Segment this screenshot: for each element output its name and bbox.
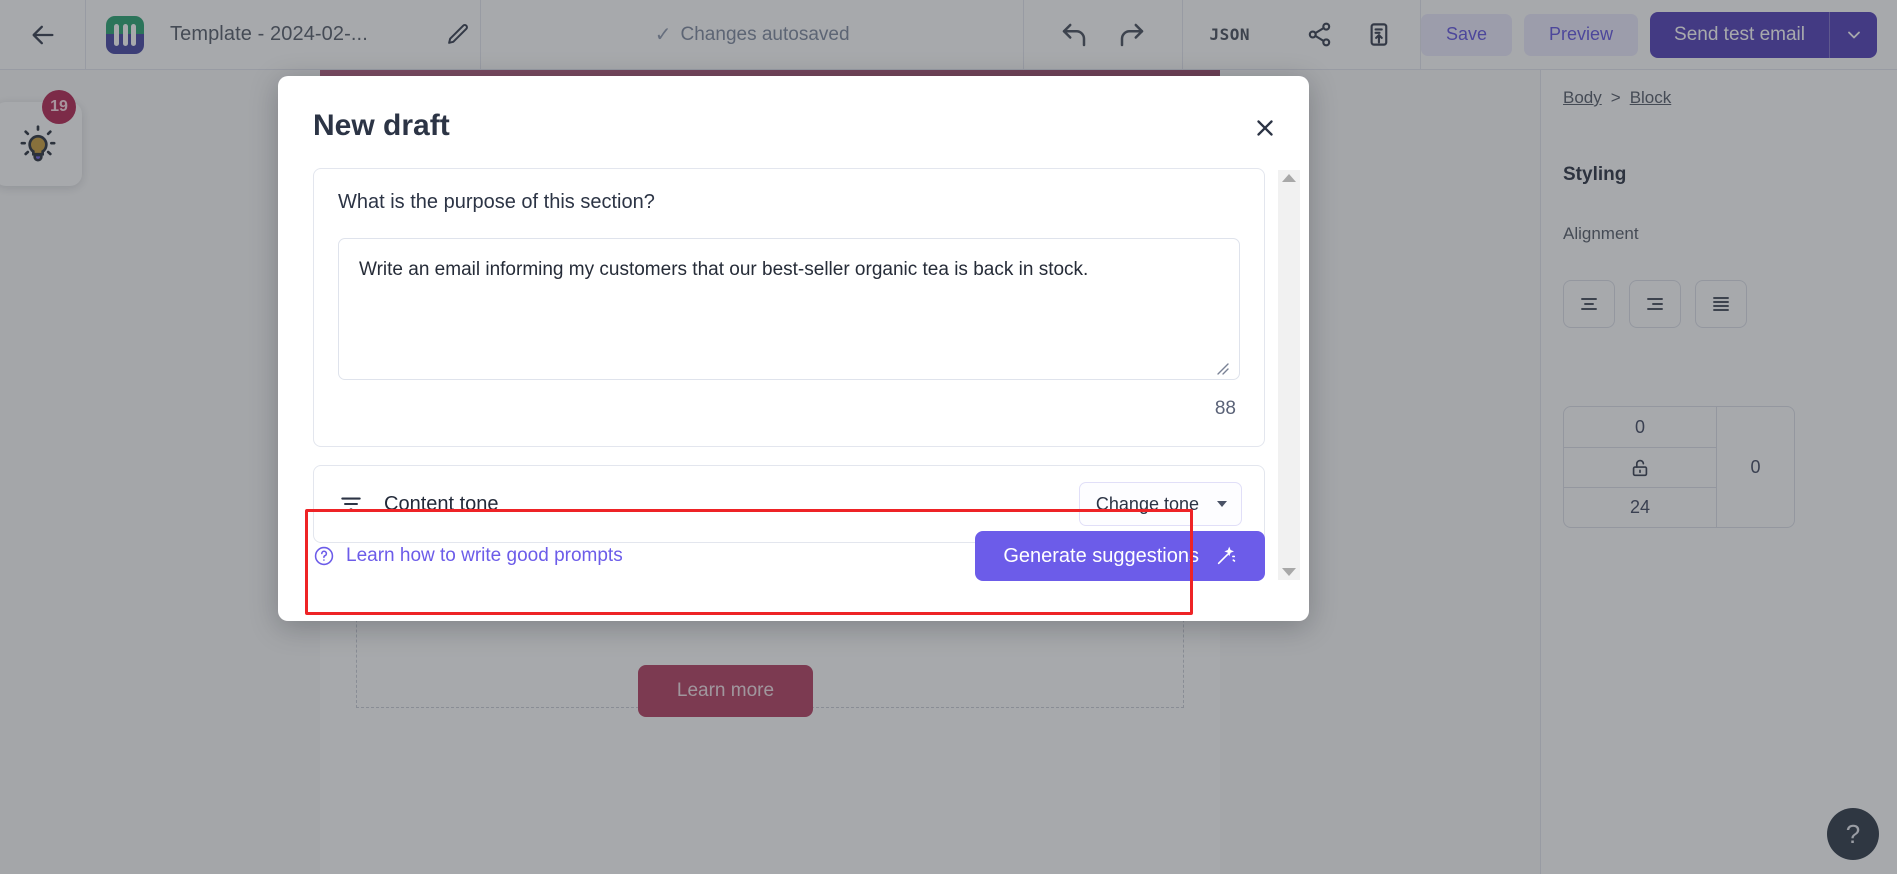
tune-filter-icon: [341, 497, 361, 511]
scroll-down-arrow-icon[interactable]: [1282, 568, 1296, 576]
purpose-field-card: What is the purpose of this section? 88: [313, 168, 1265, 447]
change-tone-dropdown[interactable]: Change tone: [1078, 482, 1242, 526]
change-tone-label: Change tone: [1095, 493, 1199, 514]
generate-suggestions-button[interactable]: Generate suggestions: [975, 531, 1265, 581]
new-draft-modal: New draft What is the purpose of this se…: [278, 76, 1309, 621]
content-tone-left: Content tone: [338, 491, 499, 517]
caret-down-icon: [1217, 501, 1227, 507]
prompt-input-wrapper: [338, 238, 1240, 385]
magic-wand-icon: [1217, 546, 1236, 565]
scroll-up-arrow-icon[interactable]: [1282, 174, 1296, 182]
prompt-textarea[interactable]: [338, 238, 1240, 380]
learn-prompts-link[interactable]: Learn how to write good prompts: [313, 545, 623, 567]
generate-suggestions-label: Generate suggestions: [1003, 544, 1199, 567]
modal-footer: Learn how to write good prompts Generate…: [313, 531, 1265, 581]
modal-close-button[interactable]: [1247, 110, 1283, 146]
help-circle-icon: [314, 546, 334, 566]
modal-title: New draft: [313, 109, 450, 142]
character-count: 88: [1214, 398, 1236, 419]
close-icon: [1257, 120, 1273, 136]
learn-prompts-label: Learn how to write good prompts: [346, 545, 623, 566]
modal-scrollbar[interactable]: [1278, 170, 1300, 580]
purpose-label: What is the purpose of this section?: [338, 191, 655, 213]
content-tone-label: Content tone: [384, 492, 499, 515]
